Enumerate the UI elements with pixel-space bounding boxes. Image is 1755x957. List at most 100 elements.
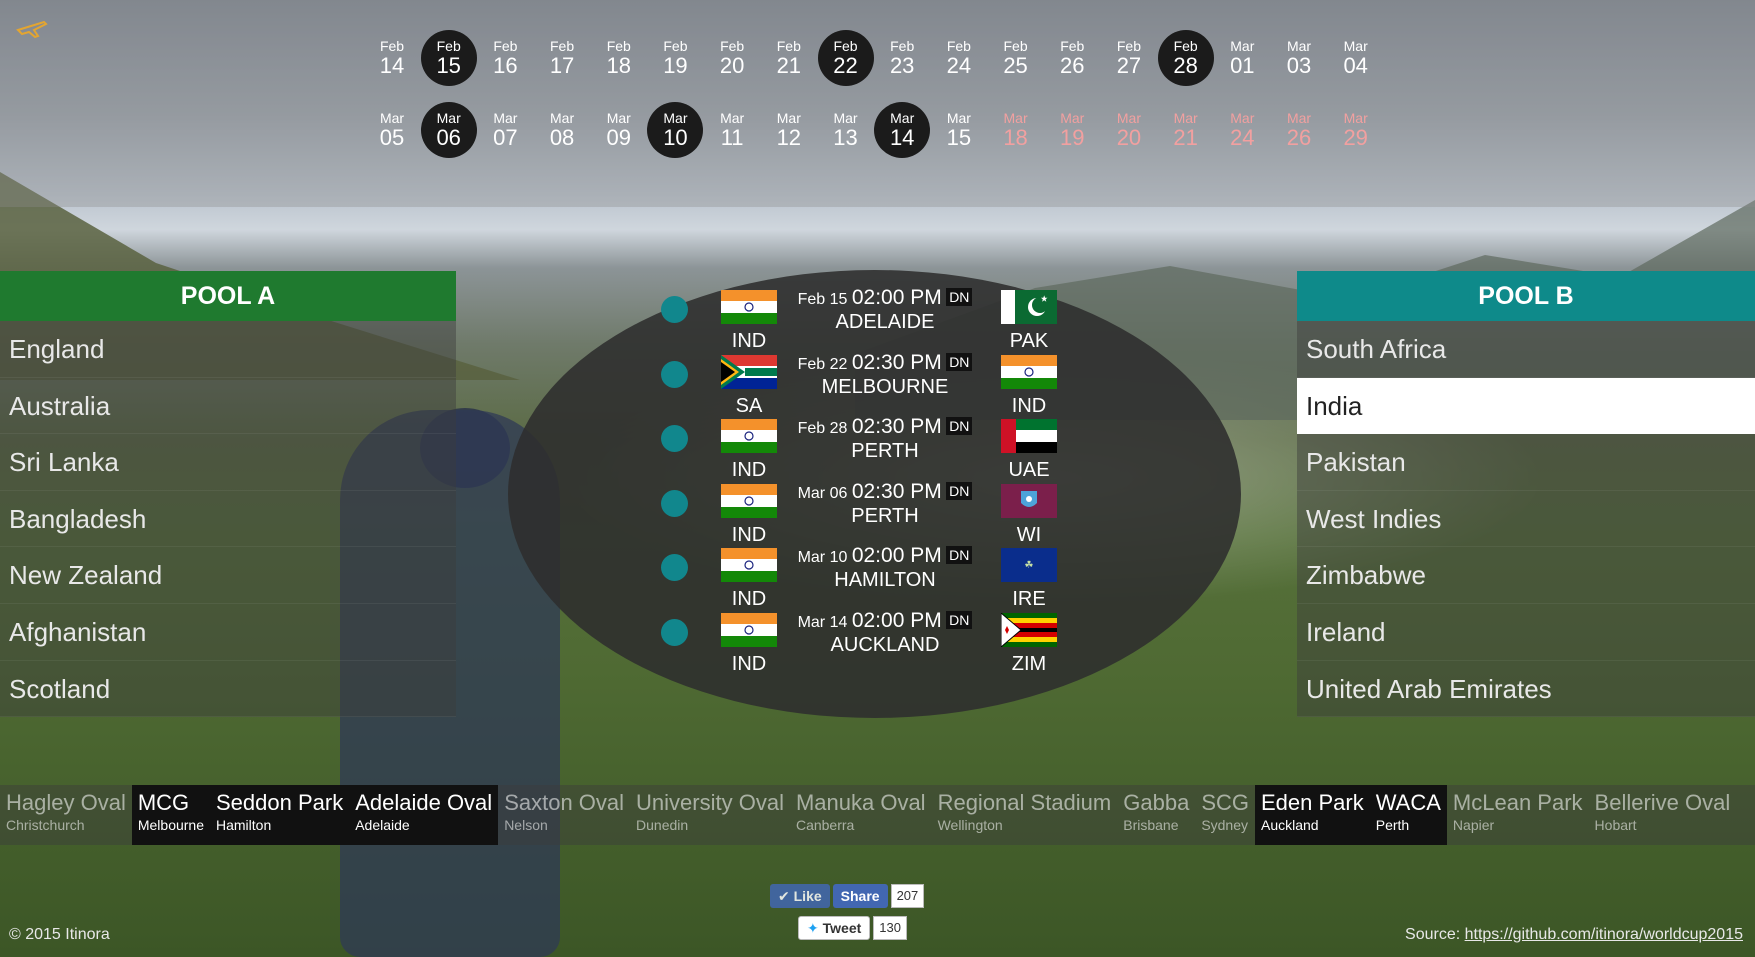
venue-item[interactable]: Eden Park Auckland xyxy=(1255,785,1370,845)
uae-flag-icon xyxy=(1001,419,1057,453)
calendar-day[interactable]: Feb 16 xyxy=(477,30,533,86)
venue-item[interactable]: Gabba Brisbane xyxy=(1117,785,1195,845)
calendar-day[interactable]: Feb 21 xyxy=(761,30,817,86)
day-night-badge: DN xyxy=(946,288,973,306)
check-icon: ✔ xyxy=(778,887,794,904)
pool-team-item[interactable]: Scotland xyxy=(0,661,456,718)
calendar-day-number: 20 xyxy=(1116,125,1142,150)
calendar-day[interactable]: Feb 20 xyxy=(704,30,760,86)
pool-team-item[interactable]: Afghanistan xyxy=(0,604,456,661)
calendar-day[interactable]: Mar 10 xyxy=(647,102,704,158)
match-team-2[interactable]: ZIM xyxy=(1000,611,1058,676)
calendar-day[interactable]: Mar 07 xyxy=(477,102,533,158)
match-select-dot[interactable] xyxy=(661,618,688,646)
calendar-day[interactable]: Mar 29 xyxy=(1328,102,1384,158)
calendar-day[interactable]: Feb 14 xyxy=(364,30,420,86)
facebook-like-button[interactable]: ✔ Like xyxy=(770,884,830,908)
calendar-day[interactable]: Feb 22 xyxy=(817,30,874,86)
calendar-day[interactable]: Mar 15 xyxy=(931,102,987,158)
plane-logo-icon[interactable] xyxy=(16,16,48,40)
match-time: 02:00 PM xyxy=(851,544,942,567)
match-select-dot[interactable] xyxy=(661,554,688,581)
calendar-day-month: Mar xyxy=(946,110,971,126)
match-team-1[interactable]: IND xyxy=(720,612,778,676)
calendar-day[interactable]: Feb 17 xyxy=(534,30,590,86)
calendar-day[interactable]: Feb 18 xyxy=(591,30,647,86)
venue-item[interactable]: McLean Park Napier xyxy=(1447,785,1589,845)
pool-team-item[interactable]: New Zealand xyxy=(0,547,456,604)
calendar-day-month: Mar xyxy=(1286,38,1312,54)
venue-item[interactable]: MCG Melbourne xyxy=(131,785,210,845)
twitter-bird-icon: ✦ xyxy=(807,919,823,936)
pool-team-item[interactable]: Sri Lanka xyxy=(0,434,456,491)
calendar-day-number: 13 xyxy=(833,125,858,150)
ire-flag-icon: ☘ xyxy=(1001,548,1057,582)
calendar-day-number: 10 xyxy=(663,125,688,150)
venue-name: Seddon Park xyxy=(216,790,344,815)
calendar-day[interactable]: Mar 21 xyxy=(1158,102,1214,158)
venue-name: SCG xyxy=(1201,790,1249,815)
calendar-day[interactable]: Mar 11 xyxy=(704,102,760,158)
calendar-day-month: Mar xyxy=(720,110,745,126)
pool-team-item[interactable]: Ireland xyxy=(1297,604,1755,661)
calendar-day[interactable]: Feb 23 xyxy=(874,30,930,86)
match-date: Mar 14 xyxy=(797,613,848,631)
venue-item[interactable]: Saxton Oval Nelson xyxy=(498,785,630,845)
calendar-day-month: Mar xyxy=(1173,110,1198,126)
facebook-share-button[interactable]: Share xyxy=(832,884,888,908)
pool-team-item[interactable]: United Arab Emirates xyxy=(1297,661,1755,718)
calendar-day[interactable]: Feb 26 xyxy=(1044,30,1100,86)
match-select-dot[interactable] xyxy=(661,360,688,388)
venue-item[interactable]: WACA Perth xyxy=(1369,785,1447,845)
calendar-day[interactable]: Mar 04 xyxy=(1328,30,1384,86)
pool-team-item[interactable]: West Indies xyxy=(1297,491,1755,548)
calendar-day-number: 15 xyxy=(946,125,972,150)
calendar-day[interactable]: Feb 28 xyxy=(1157,30,1214,86)
match-select-dot[interactable] xyxy=(661,425,688,452)
pool-team-item[interactable]: Zimbabwe xyxy=(1297,547,1755,604)
venue-item[interactable]: Hagley Oval Christchurch xyxy=(0,785,132,845)
calendar-day-number: 14 xyxy=(889,125,915,150)
calendar-day-number: 27 xyxy=(1116,53,1142,78)
match-select-dot[interactable] xyxy=(661,489,688,517)
calendar-day[interactable]: Mar 24 xyxy=(1214,102,1270,158)
source-link[interactable]: https://github.com/itinora/worldcup2015 xyxy=(1465,926,1743,943)
calendar-day[interactable]: Feb 19 xyxy=(647,30,703,86)
venue-item[interactable]: SCG Sydney xyxy=(1195,785,1255,845)
match-row: IND Mar 14 02:00 PM DN AUCKLAND ZIM xyxy=(508,589,1241,675)
pool-team-item[interactable]: India xyxy=(1297,377,1755,435)
calendar-day[interactable]: Mar 01 xyxy=(1214,30,1270,86)
pool-team-item[interactable]: South Africa xyxy=(1297,321,1755,378)
venue-item[interactable]: Manuka Oval Canberra xyxy=(790,785,932,845)
calendar-day[interactable]: Feb 25 xyxy=(988,30,1044,86)
venue-item[interactable]: Regional Stadium Wellington xyxy=(932,785,1118,845)
calendar-day[interactable]: Mar 13 xyxy=(818,102,874,158)
calendar-day[interactable]: Feb 24 xyxy=(931,30,987,86)
pool-team-item[interactable]: Pakistan xyxy=(1297,434,1755,491)
calendar-day[interactable]: Mar 09 xyxy=(591,102,647,158)
calendar-day[interactable]: Feb 27 xyxy=(1101,30,1157,86)
calendar-day[interactable]: Mar 03 xyxy=(1271,30,1327,86)
venue-item[interactable]: Adelaide Oval Adelaide xyxy=(349,785,499,845)
tweet-button[interactable]: ✦ Tweet xyxy=(798,916,871,940)
pool-team-item[interactable]: Australia xyxy=(0,378,456,435)
calendar-day[interactable]: Mar 05 xyxy=(364,102,420,158)
calendar-day[interactable]: Mar 08 xyxy=(534,102,590,158)
venue-item[interactable]: Seddon Park Hamilton xyxy=(210,785,350,845)
calendar-day[interactable]: Feb 15 xyxy=(420,30,477,86)
calendar-day[interactable]: Mar 20 xyxy=(1101,102,1157,158)
venue-city: Hobart xyxy=(1594,817,1637,833)
pool-team-item[interactable]: Bangladesh xyxy=(0,491,456,548)
calendar-day[interactable]: Mar 06 xyxy=(420,102,477,158)
venue-item[interactable]: Bellerive Oval Hobart xyxy=(1589,785,1737,845)
calendar-day[interactable]: Mar 26 xyxy=(1271,102,1327,158)
calendar-day[interactable]: Mar 18 xyxy=(988,102,1044,158)
calendar-day[interactable]: Mar 12 xyxy=(761,102,817,158)
venue-name: Saxton Oval xyxy=(504,790,625,815)
pool-team-item[interactable]: England xyxy=(0,321,456,378)
calendar-day[interactable]: Mar 19 xyxy=(1044,102,1100,158)
match-select-dot[interactable] xyxy=(661,296,688,323)
calendar-day[interactable]: Mar 14 xyxy=(874,102,931,158)
calendar-day-month: Mar xyxy=(1230,38,1255,54)
venue-item[interactable]: University Oval Dunedin xyxy=(630,785,790,845)
